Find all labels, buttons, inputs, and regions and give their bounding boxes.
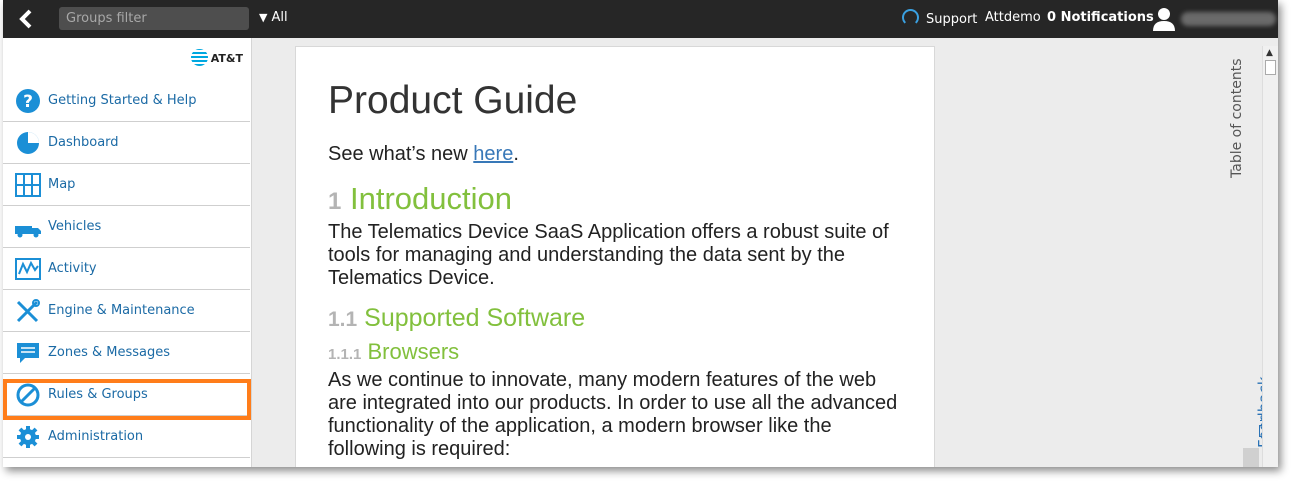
wrench-icon <box>16 299 40 323</box>
support-link[interactable]: Support <box>902 9 977 27</box>
sidebar-item-vehicles[interactable]: Vehicles <box>3 206 250 248</box>
groups-filter-input[interactable] <box>59 7 249 30</box>
sidebar: AT&T ? Getting Started & Help Dashboard … <box>3 38 252 467</box>
user-avatar-icon[interactable] <box>1153 7 1175 31</box>
page-title: Product Guide <box>328 79 578 122</box>
activity-icon <box>15 258 41 280</box>
svg-text:?: ? <box>23 92 33 112</box>
brand-logo: AT&T <box>190 49 243 66</box>
sidebar-item-label: Map <box>48 177 76 192</box>
sidebar-item-zones-messages[interactable]: Zones & Messages <box>3 332 250 374</box>
sidebar-item-map[interactable]: Map <box>3 164 250 206</box>
document-panel: Product Guide See what’s new here. 1 Int… <box>295 46 935 467</box>
notifications-link[interactable]: 0 Notifications <box>1047 10 1154 25</box>
pie-chart-icon <box>17 132 39 154</box>
groups-dropdown[interactable]: ▼ All <box>259 10 288 25</box>
groups-dropdown-label: All <box>271 10 288 25</box>
back-arrow-icon[interactable] <box>15 8 39 30</box>
whats-new-link[interactable]: here <box>473 143 513 165</box>
sidebar-item-label: Zones & Messages <box>48 345 171 360</box>
sidebar-item-getting-started[interactable]: ? Getting Started & Help <box>3 80 250 122</box>
sidebar-item-engine-maintenance[interactable]: Engine & Maintenance <box>3 290 250 332</box>
sidebar-item-activity[interactable]: Activity <box>3 248 250 290</box>
sidebar-item-label: Dashboard <box>48 135 119 150</box>
scrollbar-thumb[interactable] <box>1265 60 1276 75</box>
collapse-corner[interactable] <box>1243 448 1259 467</box>
sidebar-item-label: Getting Started & Help <box>48 93 197 108</box>
sidebar-item-label: Activity <box>48 261 97 276</box>
highlight-box <box>3 379 251 420</box>
brand-text: AT&T <box>210 52 243 65</box>
sidebar-item-dashboard[interactable]: Dashboard <box>3 122 250 164</box>
redacted-account <box>1181 12 1276 26</box>
map-icon <box>15 173 41 197</box>
sidebar-item-label: Engine & Maintenance <box>48 303 195 318</box>
truck-icon <box>15 226 41 238</box>
sidebar-item-administration[interactable]: Administration <box>3 416 250 458</box>
gear-icon <box>17 426 39 448</box>
user-name[interactable]: Attdemo <box>985 10 1041 25</box>
support-icon <box>902 9 919 26</box>
help-icon: ? <box>16 89 40 113</box>
message-icon <box>17 343 39 363</box>
dropdown-triangle-icon: ▼ <box>259 11 268 24</box>
app-window: ▼All Support Attdemo 0 Notifications AT&… <box>3 0 1278 467</box>
sidebar-item-label: Vehicles <box>48 219 102 234</box>
section-heading-supported-software: 1.1 Supported Software <box>328 304 586 332</box>
att-globe-icon <box>190 49 208 66</box>
table-of-contents-tab[interactable]: Table of contents <box>1229 59 1245 179</box>
section-heading-browsers: 1.1.1 Browsers <box>328 339 460 364</box>
vertical-scrollbar[interactable]: ▲ <box>1262 46 1278 467</box>
section-browsers-text: As we continue to innovate, many modern … <box>328 369 898 460</box>
scroll-up-arrow-icon[interactable]: ▲ <box>1266 48 1273 58</box>
section-introduction-text: The Telematics Device SaaS Application o… <box>328 221 889 289</box>
top-bar: ▼All Support Attdemo 0 Notifications <box>3 0 1278 38</box>
whats-new-text: See what’s new here. <box>328 143 519 165</box>
sidebar-item-label: Administration <box>48 429 144 444</box>
support-label: Support <box>926 12 978 27</box>
section-heading-introduction: 1 Introduction <box>328 181 512 216</box>
